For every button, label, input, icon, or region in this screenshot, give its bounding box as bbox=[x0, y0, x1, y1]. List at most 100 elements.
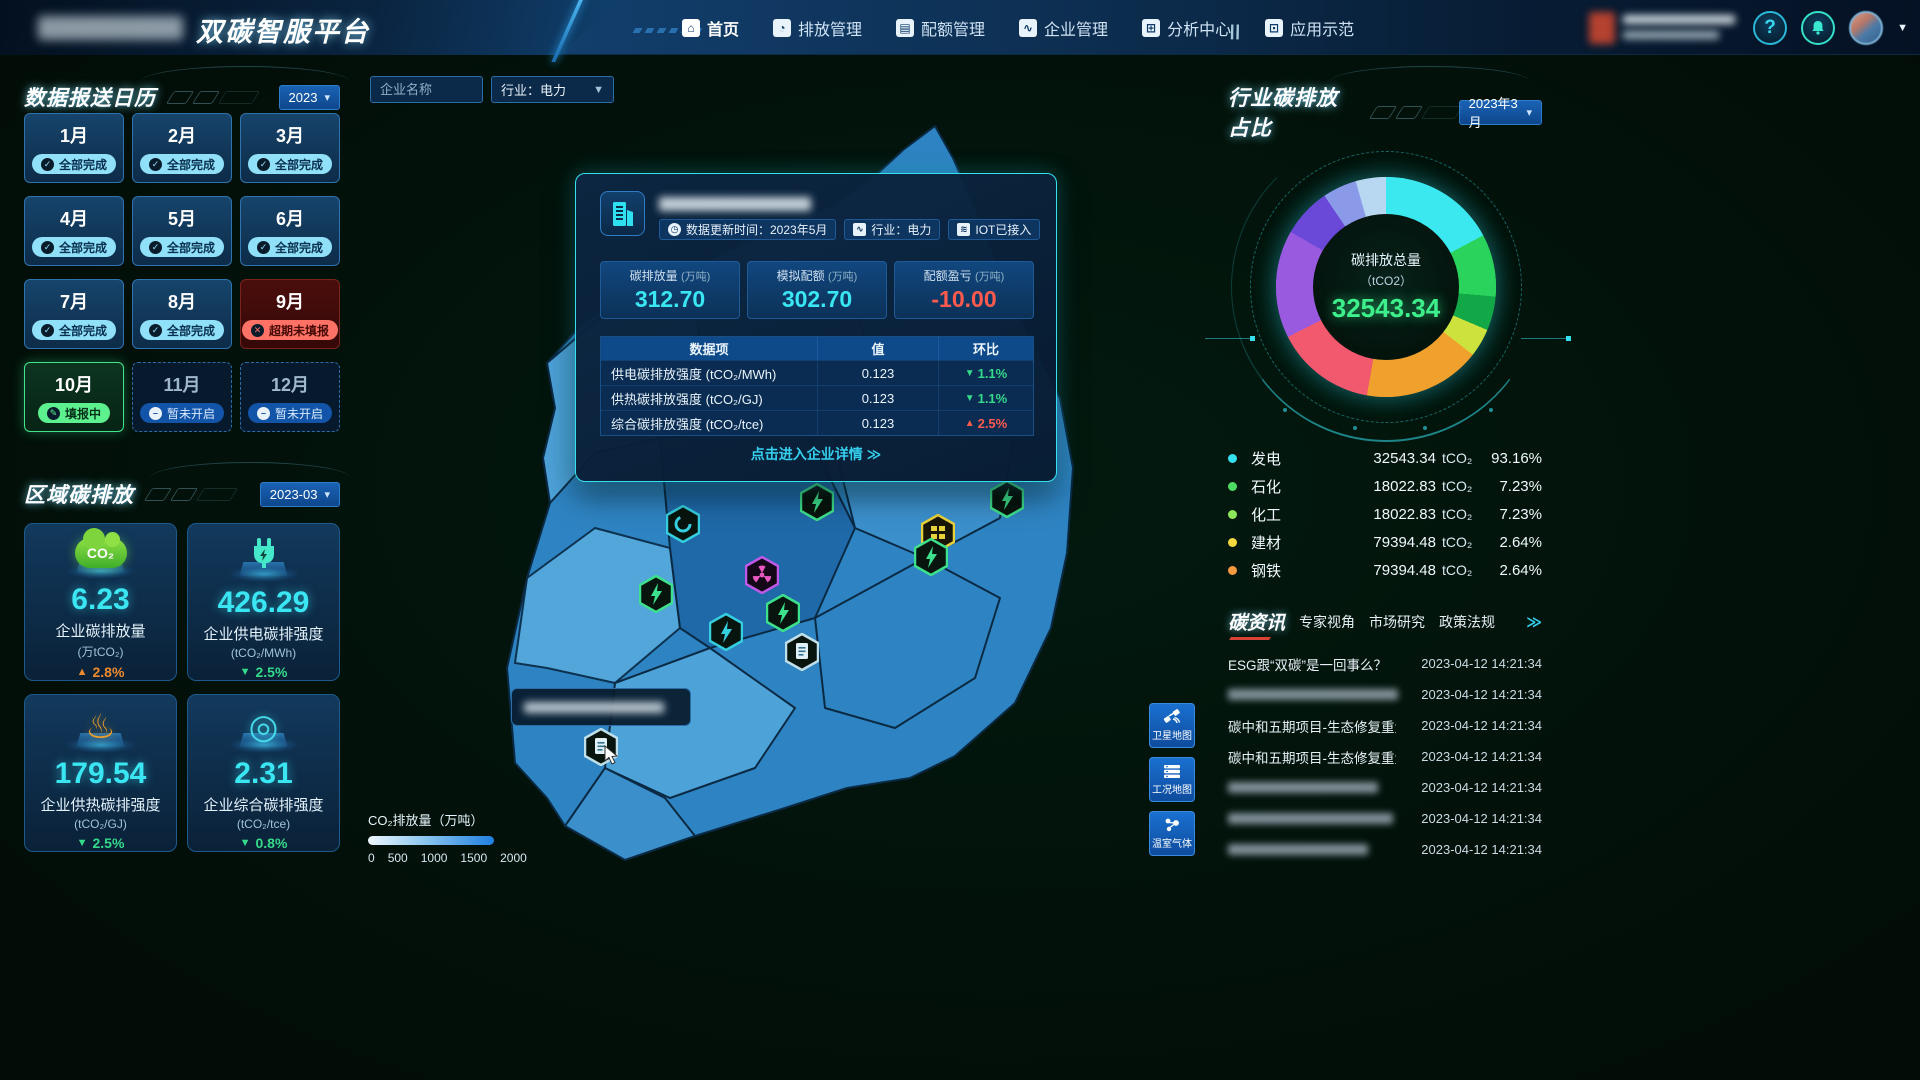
metric-card-composite-intensity[interactable]: ◎ 2.31 企业综合碳排强度 (tCO₂/tce) 0.8% bbox=[187, 694, 340, 852]
nav-item-demo[interactable]: ⊡ 应用示范 bbox=[1265, 16, 1354, 40]
calendar-header: 数据报送日历 2023 bbox=[24, 82, 340, 112]
map-marker-nuclear[interactable] bbox=[745, 556, 779, 594]
map-marker-report[interactable] bbox=[785, 633, 819, 671]
layer-status-button[interactable]: 工况地图 bbox=[1149, 757, 1195, 802]
calendar-year-select[interactable]: 2023 bbox=[279, 85, 340, 110]
month-card-dec[interactable]: 12月 暂未开启 bbox=[240, 362, 340, 432]
year-value: 2023 bbox=[289, 90, 318, 105]
metric-unit: (tCO₂/MWh) bbox=[231, 646, 296, 660]
metric-value: 426.29 bbox=[218, 586, 310, 620]
news-item[interactable]: 2023-04-12 14:21:34 bbox=[1228, 803, 1542, 834]
company-detail-link[interactable]: 点击进入企业详情 ≫ bbox=[576, 444, 1056, 464]
trend-down: 2.5% bbox=[77, 835, 125, 851]
news-item[interactable]: ESG跟“双碳”是一回事么？ 2023-04-12 14:21:34 bbox=[1228, 648, 1542, 679]
top-nav: 双碳智服平台 ⌂ 首页 ◔ 排放管理 ▤ 配额管理 ∿ 企业管理 ⊞ 分析中心 bbox=[0, 0, 1920, 55]
region-metrics: CO₂ 6.23 企业碳排放量 (万tCO₂) 2.8% 426.29 企业供电… bbox=[24, 523, 340, 852]
legend-row-power[interactable]: 发电 32543.34 tCO₂ 93.16% bbox=[1228, 444, 1542, 472]
logo-blurred bbox=[38, 16, 183, 40]
check-icon bbox=[257, 241, 270, 254]
map-marker-power[interactable] bbox=[709, 613, 743, 651]
metric-card-heat-intensity[interactable]: ♨ 179.54 企业供热碳排强度 (tCO₂/GJ) 2.5% bbox=[24, 694, 177, 852]
map-co2-legend: CO₂排放量（万吨） 0 500 1000 1500 2000 bbox=[368, 810, 527, 865]
tab-market-research[interactable]: 市场研究 bbox=[1369, 612, 1425, 632]
status-text: 暂未开启 bbox=[275, 405, 323, 422]
check-icon bbox=[41, 158, 54, 171]
map-marker-power[interactable] bbox=[990, 480, 1024, 518]
month-card-jul[interactable]: 7月 全部完成 bbox=[24, 279, 124, 349]
legend-dot bbox=[1228, 538, 1237, 547]
title-decoration bbox=[1373, 106, 1459, 119]
layer-greenhouse-button[interactable]: 温室气体 bbox=[1149, 811, 1195, 856]
month-card-mar[interactable]: 3月 全部完成 bbox=[240, 113, 340, 183]
month-card-sep[interactable]: 9月 超期未填报 bbox=[240, 279, 340, 349]
region-period-select[interactable]: 2023-03 bbox=[260, 482, 340, 507]
news-item[interactable]: 2023-04-12 14:21:34 bbox=[1228, 772, 1542, 803]
tab-expert-view[interactable]: 专家视角 bbox=[1299, 612, 1355, 632]
legend-row-materials[interactable]: 建材 79394.48 tCO₂ 2.64% bbox=[1228, 528, 1542, 556]
month-card-jan[interactable]: 1月 全部完成 bbox=[24, 113, 124, 183]
month-card-jun[interactable]: 6月 全部完成 bbox=[240, 196, 340, 266]
news-item[interactable]: 碳中和五期项目-生态修复重大工程... 2023-04-12 14:21:34 bbox=[1228, 710, 1542, 741]
month-card-apr[interactable]: 4月 全部完成 bbox=[24, 196, 124, 266]
month-label: 1月 bbox=[60, 122, 88, 148]
company-search-input[interactable] bbox=[370, 76, 483, 103]
month-card-oct[interactable]: 10月 填报中 bbox=[24, 362, 124, 432]
edit-icon bbox=[47, 407, 60, 420]
map-marker-power[interactable] bbox=[914, 538, 948, 576]
metric-label: 企业供电碳排强度 bbox=[203, 623, 323, 644]
industry-filter-select[interactable]: 行业：电力 ▼ bbox=[491, 76, 614, 103]
chevron-down-icon[interactable]: ▼ bbox=[1897, 22, 1908, 34]
stat-emission: 碳排放量 (万吨) 312.70 bbox=[600, 261, 740, 319]
metric-card-power-intensity[interactable]: 426.29 企业供电碳排强度 (tCO₂/MWh) 2.5% bbox=[187, 523, 340, 681]
news-more-link[interactable]: ≫ bbox=[1526, 613, 1542, 631]
industry-donut-chart[interactable]: 碳排放总量 （tCO2） 32543.34 bbox=[1243, 142, 1529, 432]
news-item[interactable]: 2023-04-12 14:21:34 bbox=[1228, 679, 1542, 710]
status-badge: 全部完成 bbox=[248, 237, 332, 257]
clock-icon: ◷ bbox=[668, 223, 681, 236]
legend-dot bbox=[1228, 510, 1237, 519]
metric-card-emission[interactable]: CO₂ 6.23 企业碳排放量 (万tCO₂) 2.8% bbox=[24, 523, 177, 681]
nav-label: 首页 bbox=[707, 16, 739, 40]
month-card-feb[interactable]: 2月 全部完成 bbox=[132, 113, 232, 183]
news-item[interactable]: 2023-04-12 14:21:34 bbox=[1228, 834, 1542, 865]
legend-row-petrochem[interactable]: 石化 18022.83 tCO₂ 7.23% bbox=[1228, 472, 1542, 500]
layer-label: 温室气体 bbox=[1152, 835, 1192, 850]
news-item[interactable]: 碳中和五期项目-生态修复重大工程 2023-04-12 14:21:34 bbox=[1228, 741, 1542, 772]
chart-icon: ∿ bbox=[1019, 19, 1037, 37]
region-header: 区域碳排放 2023-03 bbox=[24, 479, 340, 509]
map-marker-power[interactable] bbox=[639, 575, 673, 613]
user-avatar[interactable] bbox=[1849, 11, 1883, 45]
status-text: 超期未填报 bbox=[269, 322, 329, 339]
month-card-aug[interactable]: 8月 全部完成 bbox=[132, 279, 232, 349]
map-marker-power[interactable] bbox=[766, 594, 800, 632]
map-marker-power[interactable] bbox=[800, 483, 834, 521]
chevron-down-icon: ▼ bbox=[593, 84, 604, 96]
help-button[interactable]: ? bbox=[1753, 11, 1787, 45]
status-text: 全部完成 bbox=[167, 156, 215, 173]
industry-period-select[interactable]: 2023年3月 bbox=[1459, 100, 1542, 125]
news-title-blurred bbox=[1228, 844, 1368, 855]
iot-tag: ≋ IOT已接入 bbox=[948, 219, 1040, 240]
nav-item-analysis[interactable]: ⊞ 分析中心 bbox=[1142, 16, 1231, 40]
layer-satellite-button[interactable]: 卫星地图 bbox=[1149, 703, 1195, 748]
legend-row-steel[interactable]: 钢铁 79394.48 tCO₂ 2.64% bbox=[1228, 556, 1542, 584]
table-row: 供电碳排放强度 (tCO₂/MWh) 0.123 1.1% bbox=[601, 360, 1033, 385]
nav-item-enterprise[interactable]: ∿ 企业管理 bbox=[1019, 16, 1108, 40]
nav-item-home[interactable]: ⌂ 首页 bbox=[682, 16, 739, 40]
legend-row-chemical[interactable]: 化工 18022.83 tCO₂ 7.23% bbox=[1228, 500, 1542, 528]
trend-up: 2.5% bbox=[938, 411, 1033, 435]
legend-gradient-bar bbox=[368, 836, 494, 845]
status-badge: 全部完成 bbox=[140, 237, 224, 257]
company-popup: ◷ 数据更新时间：2023年5月 ∿ 行业：电力 ≋ IOT已接入 碳排放量 (… bbox=[575, 173, 1057, 482]
period-value: 2023年3月 bbox=[1469, 93, 1520, 131]
tab-policy[interactable]: 政策法规 bbox=[1439, 612, 1495, 632]
nav-item-quota[interactable]: ▤ 配额管理 bbox=[896, 16, 985, 40]
notifications-button[interactable] bbox=[1801, 11, 1835, 45]
map-marker-carbon[interactable] bbox=[666, 505, 700, 543]
month-label: 11月 bbox=[163, 371, 200, 397]
nav-item-emission[interactable]: ◔ 排放管理 bbox=[773, 16, 862, 40]
month-card-may[interactable]: 5月 全部完成 bbox=[132, 196, 232, 266]
circuit-decoration bbox=[1521, 338, 1567, 339]
month-card-nov[interactable]: 11月 暂未开启 bbox=[132, 362, 232, 432]
metric-value: 2.31 bbox=[234, 757, 292, 791]
